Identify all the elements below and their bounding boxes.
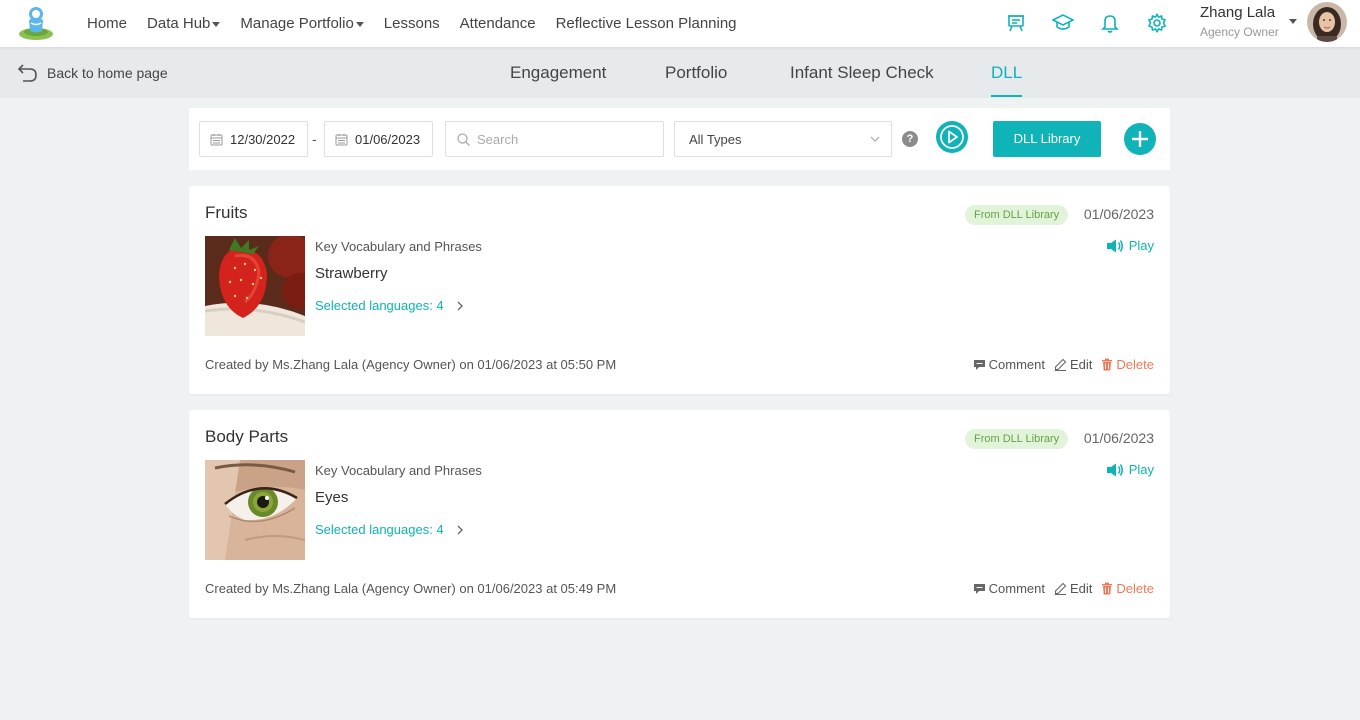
caret-down-icon	[212, 22, 221, 27]
plus-icon	[1132, 131, 1148, 147]
created-info: Created by Ms.Zhang Lala (Agency Owner) …	[205, 357, 617, 372]
chevron-right-icon	[457, 301, 463, 310]
top-navigation-bar: Home Data Hub Manage Portfolio Lessons A…	[0, 0, 1360, 47]
nav-data-hub[interactable]: Data Hub	[147, 15, 221, 32]
avatar[interactable]	[1307, 2, 1347, 42]
selected-languages-link[interactable]: Selected languages: 4	[315, 522, 464, 537]
date-range-separator: -	[312, 131, 317, 147]
search-icon	[457, 132, 470, 146]
nav-manage-portfolio[interactable]: Manage Portfolio	[240, 15, 364, 32]
help-icon[interactable]: ?	[902, 131, 918, 147]
end-date-picker[interactable]: 01/06/2023	[324, 121, 433, 157]
vocabulary-word: Eyes	[315, 489, 349, 506]
comment-icon	[973, 583, 985, 594]
play-label: Play	[1128, 238, 1154, 253]
search-input[interactable]	[477, 131, 647, 147]
type-select[interactable]: All Types	[674, 121, 892, 157]
play-all-button[interactable]	[936, 121, 968, 153]
nav-attendance[interactable]: Attendance	[460, 15, 536, 32]
source-badge: From DLL Library	[965, 205, 1069, 225]
speaker-icon	[1106, 463, 1123, 476]
start-date-picker[interactable]: 12/30/2022	[199, 121, 308, 157]
play-button[interactable]: Play	[1106, 238, 1154, 253]
eye-photo[interactable]	[205, 460, 305, 560]
bell-icon[interactable]	[1097, 10, 1123, 36]
filter-bar: 12/30/2022 - 01/06/2023 All Types ? DLL …	[189, 108, 1170, 170]
user-role: Agency Owner	[1200, 25, 1279, 39]
tab-engagement[interactable]: Engagement	[510, 47, 606, 98]
nav-reflective-lesson-planning[interactable]: Reflective Lesson Planning	[556, 15, 737, 32]
calendar-icon	[210, 133, 223, 145]
caret-down-icon	[355, 22, 364, 27]
dll-card: Body Parts From DLL Library 01/06/2023 K…	[189, 410, 1170, 618]
delete-button[interactable]: Delete	[1101, 581, 1154, 596]
nav-lessons[interactable]: Lessons	[384, 15, 440, 32]
user-name: Zhang Lala	[1200, 4, 1276, 21]
play-label: Play	[1128, 462, 1154, 477]
play-icon	[940, 125, 964, 149]
caret-down-icon[interactable]	[1289, 19, 1297, 24]
presentation-board-icon[interactable]	[1003, 10, 1029, 36]
source-badge: From DLL Library	[965, 429, 1069, 449]
card-title: Fruits	[205, 203, 248, 222]
gear-icon[interactable]	[1144, 10, 1170, 36]
tab-portfolio[interactable]: Portfolio	[665, 47, 727, 98]
comment-button[interactable]: Comment	[973, 357, 1045, 372]
start-date-value: 12/30/2022	[230, 131, 296, 147]
back-arrow-icon	[17, 64, 37, 82]
play-button[interactable]: Play	[1106, 462, 1154, 477]
created-info: Created by Ms.Zhang Lala (Agency Owner) …	[205, 581, 617, 596]
card-date: 01/06/2023	[1083, 430, 1154, 446]
trash-icon	[1102, 358, 1113, 371]
tab-dll[interactable]: DLL	[991, 47, 1023, 98]
comment-icon	[973, 359, 985, 370]
dll-library-button[interactable]: DLL Library	[993, 121, 1101, 157]
end-date-value: 01/06/2023	[355, 131, 421, 147]
add-button[interactable]	[1124, 123, 1156, 155]
strawberry-photo[interactable]	[205, 236, 305, 336]
edit-button[interactable]: Edit	[1054, 357, 1092, 372]
type-select-value: All Types	[689, 131, 742, 147]
nav-home[interactable]: Home	[87, 15, 127, 32]
back-to-home-link[interactable]: Back to home page	[17, 63, 168, 83]
dll-card: Fruits From DLL Library 01/06/2023 Key V…	[189, 186, 1170, 394]
section-label: Key Vocabulary and Phrases	[315, 463, 482, 478]
search-box	[445, 121, 664, 157]
calendar-icon	[335, 133, 348, 145]
selected-languages-label: Selected languages: 4	[315, 522, 444, 537]
delete-button[interactable]: Delete	[1101, 357, 1154, 372]
card-title: Body Parts	[205, 427, 289, 446]
back-label: Back to home page	[47, 65, 168, 81]
edit-button[interactable]: Edit	[1054, 581, 1092, 596]
pencil-icon	[1054, 358, 1067, 371]
card-date: 01/06/2023	[1083, 206, 1154, 222]
app-logo[interactable]	[17, 3, 55, 41]
selected-languages-label: Selected languages: 4	[315, 298, 444, 313]
speaker-icon	[1106, 239, 1123, 252]
section-label: Key Vocabulary and Phrases	[315, 239, 482, 254]
trash-icon	[1102, 582, 1113, 595]
pencil-icon	[1054, 582, 1067, 595]
vocabulary-word: Strawberry	[315, 265, 388, 282]
sub-navigation-bar: Engagement Portfolio Infant Sleep Check …	[0, 47, 1360, 98]
chevron-down-icon	[870, 136, 880, 142]
user-menu[interactable]: Zhang Lala Agency Owner	[1200, 4, 1279, 41]
graduation-cap-icon[interactable]	[1050, 10, 1076, 36]
tab-infant-sleep-check[interactable]: Infant Sleep Check	[790, 47, 934, 98]
selected-languages-link[interactable]: Selected languages: 4	[315, 298, 464, 313]
comment-button[interactable]: Comment	[973, 581, 1045, 596]
chevron-right-icon	[457, 525, 463, 534]
